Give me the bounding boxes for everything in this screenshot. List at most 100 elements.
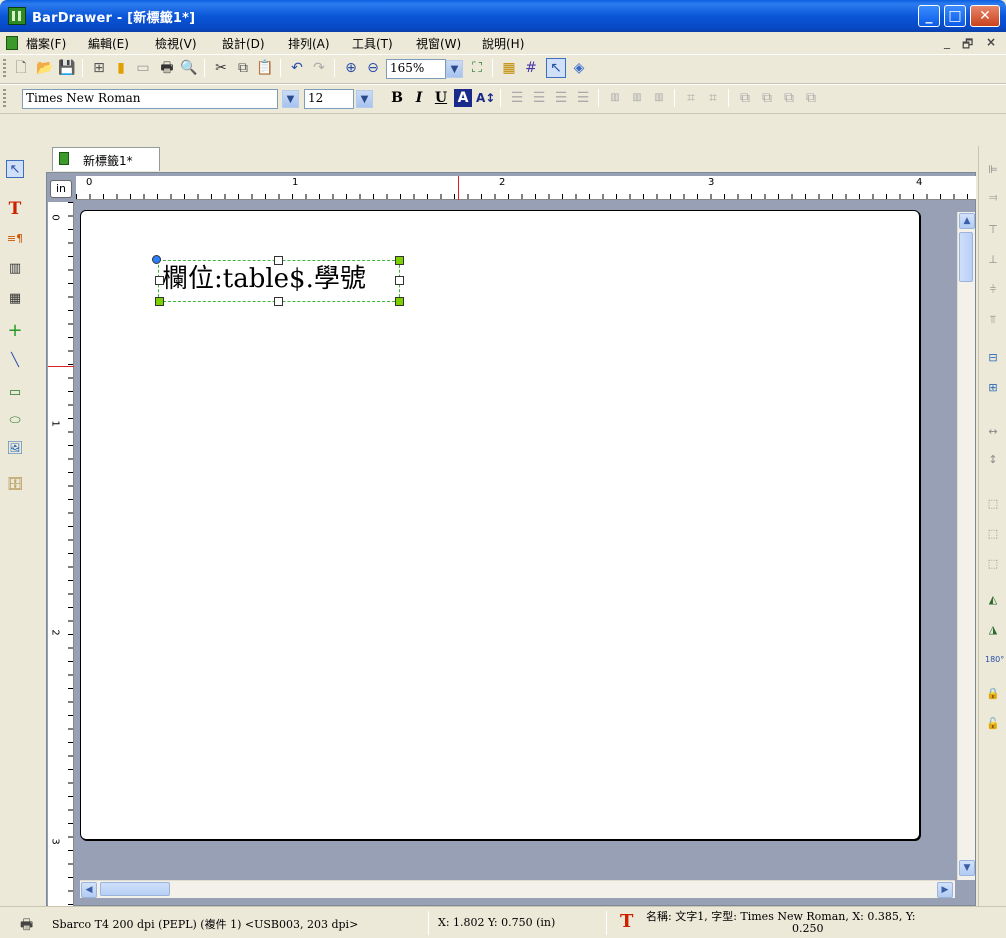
mdi-restore-button[interactable]: 🗗	[962, 35, 973, 56]
label-canvas[interactable]	[80, 210, 920, 840]
center-vertically-icon[interactable]: ⊟	[985, 350, 1001, 366]
menu-view[interactable]: 檢視(V)	[155, 35, 197, 52]
send-backward-icon[interactable]: ⧉	[802, 89, 820, 107]
database-field-tool-icon[interactable]: 🗄	[6, 476, 24, 494]
ellipse-tool-icon[interactable]: ⬭	[6, 412, 24, 430]
space-vertical-icon[interactable]: ⬚	[985, 526, 1001, 542]
barcode-text-above-icon[interactable]: ▥	[650, 89, 668, 107]
font-scale-button[interactable]: A↕	[476, 89, 495, 107]
resize-handle-right[interactable]	[395, 276, 404, 285]
scroll-up-button[interactable]: ▲	[959, 213, 975, 229]
maximize-button[interactable]: □	[944, 5, 966, 27]
copy-icon[interactable]: ⧉	[234, 59, 252, 77]
help-pointer-icon[interactable]: ◈	[570, 59, 588, 77]
mdi-close-button[interactable]: ×	[986, 35, 996, 49]
database-icon[interactable]: ▮	[112, 59, 130, 77]
align-left-icon[interactable]: ☰	[508, 89, 526, 107]
vertical-scroll-thumb[interactable]	[959, 232, 973, 282]
mdi-minimize-button[interactable]: _	[944, 35, 950, 49]
resize-handle-bottom[interactable]	[274, 297, 283, 306]
align-left-edges-icon[interactable]: ⊫	[985, 162, 1001, 178]
menu-tools[interactable]: 工具(T)	[352, 35, 393, 52]
resize-handle-left[interactable]	[155, 276, 164, 285]
rotation-handle[interactable]	[152, 255, 161, 264]
unlock-icon[interactable]: 🔓	[985, 716, 1001, 732]
2d-barcode-tool-icon[interactable]: ▦	[6, 290, 24, 308]
zoom-in-icon[interactable]: ⊕	[342, 59, 360, 77]
diagonal-line-tool-icon[interactable]: ╲	[6, 352, 24, 370]
select-pointer-icon[interactable]: ↖	[6, 160, 24, 178]
bring-forward-icon[interactable]: ⧉	[780, 89, 798, 107]
ungroup-icon[interactable]: ⌗	[704, 89, 722, 107]
barcode-text-below-icon[interactable]: ▥	[628, 89, 646, 107]
tab-document[interactable]: 新標籤1*	[52, 147, 160, 171]
align-right-icon[interactable]: ☰	[552, 89, 570, 107]
cut-icon[interactable]: ✂	[212, 59, 230, 77]
scroll-right-button[interactable]: ▶	[937, 882, 953, 898]
menu-file[interactable]: 檔案(F)	[26, 35, 66, 52]
undo-icon[interactable]: ↶	[288, 59, 306, 77]
close-button[interactable]: ✕	[970, 5, 1000, 27]
font-size-combo[interactable]: 12	[304, 89, 354, 109]
send-back-icon[interactable]: ⧉	[758, 89, 776, 107]
barcode-text-none-icon[interactable]: ▥	[606, 89, 624, 107]
title-bar[interactable]: BarDrawer - [新標籤1*] _ □ ✕	[0, 0, 1006, 32]
flip-horizontal-icon[interactable]: ◭	[985, 592, 1001, 608]
new-file-icon[interactable]: 🗋	[12, 59, 30, 77]
line-cross-tool-icon[interactable]: +	[6, 322, 24, 340]
print-preview-icon[interactable]: 🔍	[180, 59, 198, 77]
form-icon[interactable]: ▭	[134, 59, 152, 77]
center-horizontally-icon[interactable]: ⊞	[985, 380, 1001, 396]
same-height-icon[interactable]: ↕	[985, 452, 1001, 468]
same-width-icon[interactable]: ↔	[985, 424, 1001, 440]
text-color-button[interactable]: A	[454, 89, 472, 107]
resize-handle-bottom-right[interactable]	[395, 297, 404, 306]
bold-button[interactable]: B	[388, 89, 406, 107]
resize-handle-bottom-left[interactable]	[155, 297, 164, 306]
rectangle-tool-icon[interactable]: ▭	[6, 384, 24, 402]
align-bottom-edges-icon[interactable]: ⊥	[985, 252, 1001, 268]
select-mode-icon[interactable]: ↖	[546, 58, 566, 78]
same-size-icon[interactable]: ⬚	[985, 556, 1001, 572]
toolbar-grip[interactable]	[3, 89, 6, 109]
lock-icon[interactable]: 🔒	[985, 686, 1001, 702]
barcode-tool-icon[interactable]: ▥	[6, 260, 24, 278]
open-folder-icon[interactable]: 📂	[36, 59, 54, 77]
align-center-icon[interactable]: ☰	[530, 89, 548, 107]
flip-vertical-icon[interactable]: ◮	[985, 622, 1001, 638]
zoom-dropdown-arrow[interactable]: ▼	[446, 60, 463, 78]
menu-edit[interactable]: 編輯(E)	[88, 35, 129, 52]
image-tool-icon[interactable]: 🖼	[6, 440, 24, 458]
fit-page-icon[interactable]: ⛶	[468, 59, 486, 77]
scroll-down-button[interactable]: ▼	[959, 860, 975, 876]
toolbar-grip[interactable]	[3, 59, 6, 79]
resize-handle-top[interactable]	[274, 256, 283, 265]
align-top-edges-icon[interactable]: ⊤	[985, 222, 1001, 238]
menu-arrange[interactable]: 排列(A)	[288, 35, 330, 52]
barcode-settings-icon[interactable]: ▦	[500, 59, 518, 77]
align-vertical-center-icon[interactable]: ⫩	[985, 282, 1001, 298]
horizontal-scrollbar[interactable]: ◀ ▶	[80, 880, 955, 898]
resize-handle-top-right[interactable]	[395, 256, 404, 265]
text-tool-icon[interactable]: T	[6, 200, 24, 218]
menu-design[interactable]: 設計(D)	[222, 35, 265, 52]
font-size-dropdown-arrow[interactable]: ▼	[356, 90, 373, 108]
minimize-button[interactable]: _	[918, 5, 940, 27]
menu-window[interactable]: 視窗(W)	[416, 35, 461, 52]
rotate-180-icon[interactable]: 180°	[985, 652, 1004, 668]
underline-button[interactable]: U	[432, 89, 450, 107]
redo-icon[interactable]: ↷	[310, 59, 328, 77]
database-table-icon[interactable]: ⊞	[90, 59, 108, 77]
group-icon[interactable]: ⌗	[682, 89, 700, 107]
align-horizontal-center-icon[interactable]: ⫪	[985, 312, 1001, 328]
horizontal-scroll-thumb[interactable]	[100, 882, 170, 896]
font-name-combo[interactable]: Times New Roman	[22, 89, 278, 109]
grid-icon[interactable]: #	[522, 59, 540, 77]
italic-button[interactable]: I	[410, 89, 428, 107]
save-icon[interactable]: 💾	[58, 59, 76, 77]
document-icon[interactable]	[6, 36, 18, 50]
vertical-scrollbar[interactable]: ▲ ▼	[957, 212, 975, 880]
zoom-combo[interactable]: 165%	[386, 59, 446, 79]
bring-front-icon[interactable]: ⧉	[736, 89, 754, 107]
menu-help[interactable]: 說明(H)	[482, 35, 524, 52]
